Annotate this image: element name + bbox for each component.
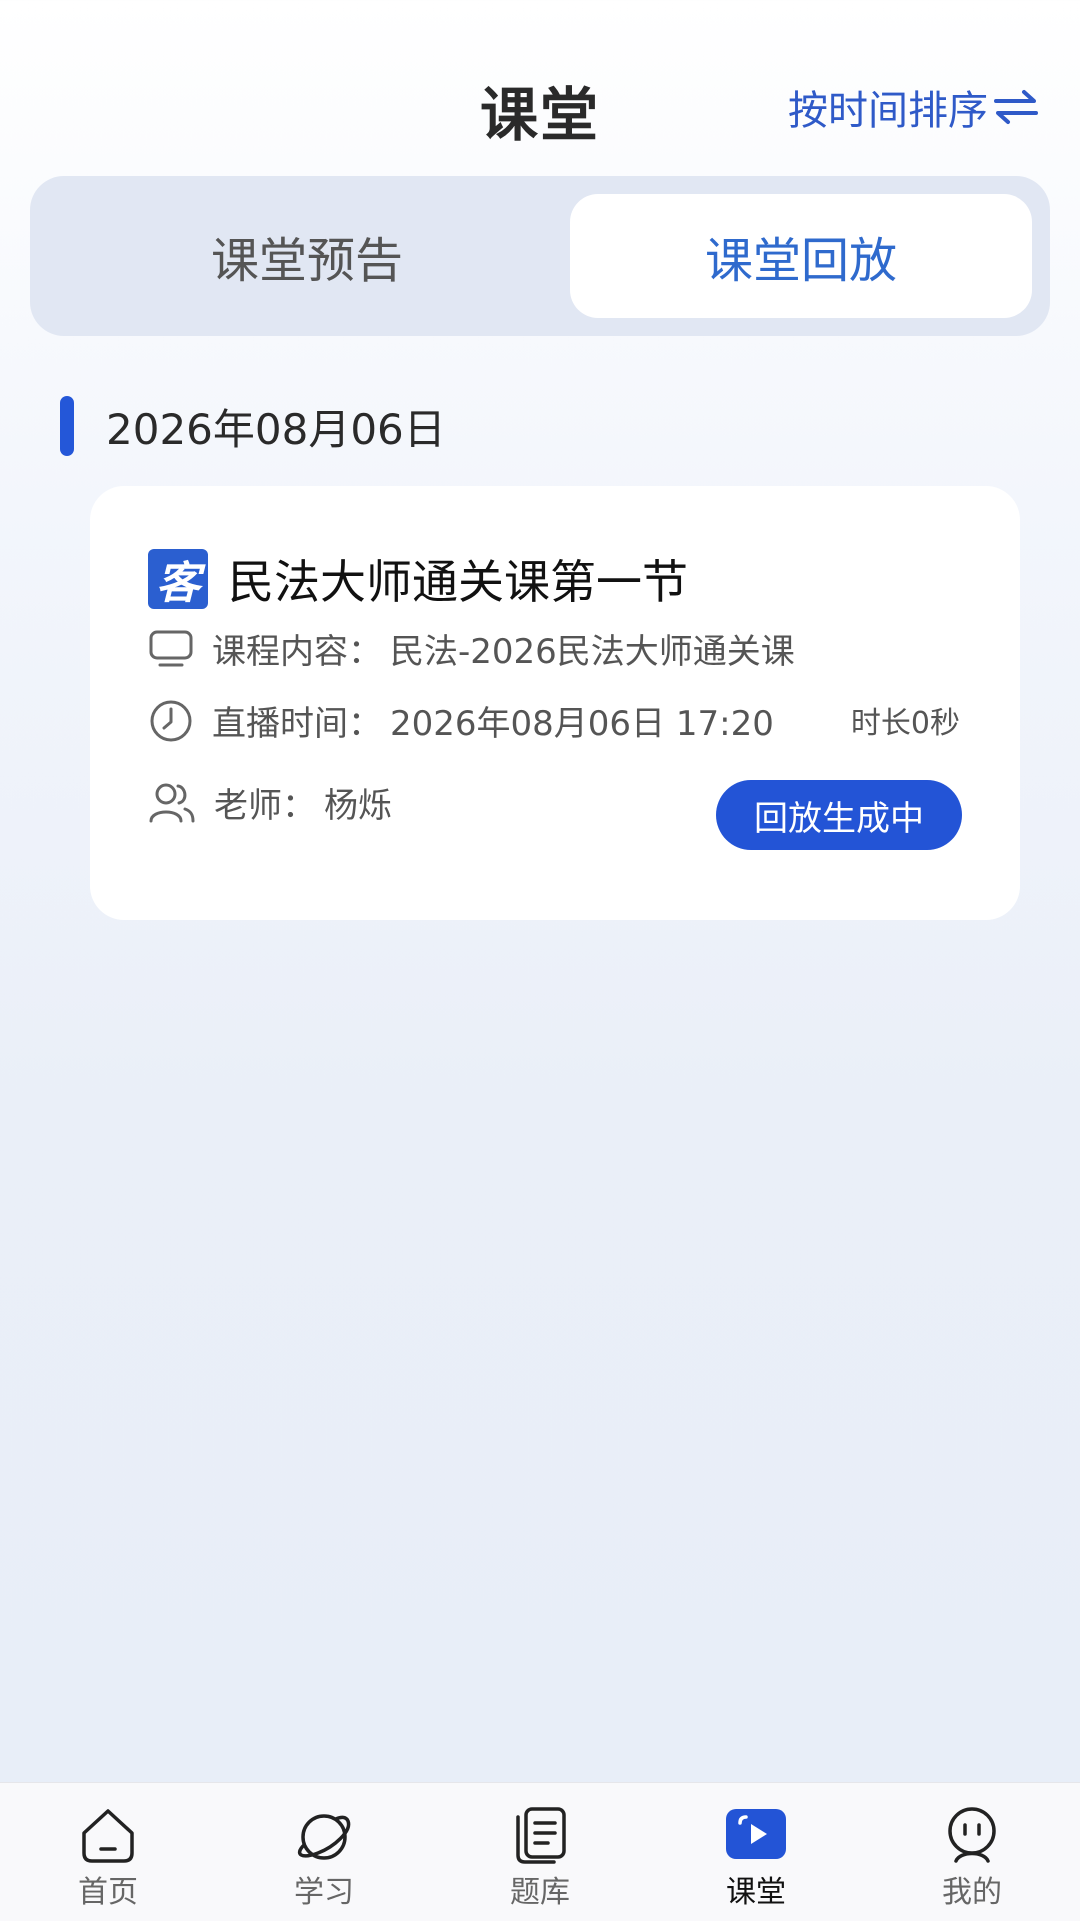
date-label: 2026年08月06日 [106, 404, 446, 454]
live-time-value: 2026年08月06日 17:20 [390, 704, 774, 744]
sort-label: 按时间排序 [788, 88, 988, 134]
course-title: 民法大师通关课第一节 [228, 555, 688, 609]
nav-item-mine[interactable]: 我的 [864, 1783, 1080, 1921]
course-content-row: 课程内容： 民法-2026民法大师通关课 [148, 624, 795, 673]
course-content-value: 民法-2026民法大师通关课 [390, 632, 795, 672]
replay-generating-button[interactable]: 回放生成中 [716, 780, 962, 850]
course-card[interactable]: 客 民法大师通关课第一节 课程内容： 民法-2026民法大师通关课 直播时间： … [90, 486, 1020, 920]
header: 课堂 按时间排序 [0, 0, 1080, 170]
document-icon [516, 1807, 566, 1864]
nav-label-mine: 我的 [942, 1875, 1002, 1910]
profile-icon [948, 1807, 996, 1863]
video-play-icon [726, 1809, 786, 1859]
nav-item-home[interactable]: 首页 [0, 1783, 216, 1921]
nav-label-study: 学习 [294, 1875, 354, 1910]
sort-by-time-button[interactable]: 按时间排序 [788, 78, 1038, 136]
teacher-label: 老师： [214, 786, 316, 826]
planet-icon [297, 1814, 351, 1860]
tab-class-preview[interactable]: 课堂预告 [76, 194, 538, 318]
nav-label-classroom: 课堂 [726, 1875, 786, 1910]
teacher-row: 老师： 杨烁 [148, 778, 392, 827]
swap-arrows-icon [994, 90, 1038, 124]
nav-label-home: 首页 [78, 1875, 138, 1910]
course-content-label: 课程内容： [212, 632, 382, 672]
users-icon [149, 783, 195, 822]
clock-icon [150, 700, 192, 741]
home-icon [82, 1809, 134, 1863]
date-accent-bar [60, 396, 74, 456]
teacher-name: 杨烁 [324, 786, 392, 826]
bottom-navigation: 首页 学习 题库 课堂 我的 [0, 1782, 1080, 1921]
nav-item-question-bank[interactable]: 题库 [432, 1783, 648, 1921]
nav-item-classroom[interactable]: 课堂 [648, 1783, 864, 1921]
duration-text: 时长0秒 [850, 706, 960, 741]
live-time-row: 直播时间： 2026年08月06日 17:20 [148, 696, 774, 745]
tab-class-replay[interactable]: 课堂回放 [570, 194, 1032, 318]
live-time-label: 直播时间： [212, 704, 382, 744]
date-group-header: 2026年08月06日 [60, 396, 446, 456]
nav-label-question-bank: 题库 [510, 1875, 570, 1910]
monitor-icon [149, 630, 193, 666]
nav-item-study[interactable]: 学习 [216, 1783, 432, 1921]
segmented-tabs: 课堂预告 课堂回放 [30, 176, 1050, 336]
course-badge-icon: 客 [148, 549, 208, 609]
course-title-row: 客 民法大师通关课第一节 [148, 546, 688, 612]
